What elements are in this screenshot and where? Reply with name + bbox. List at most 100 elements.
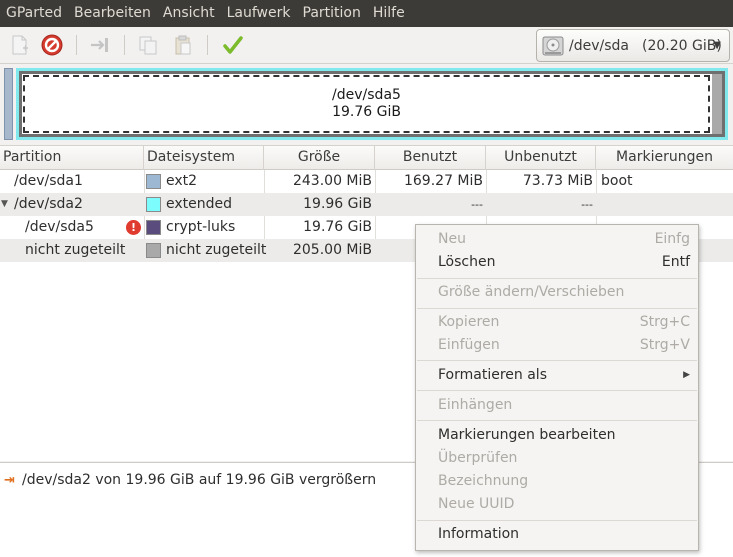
cell-filesystem: crypt-luks [166, 219, 236, 235]
submenu-arrow-icon: ▶ [683, 370, 690, 380]
menu-separator [417, 420, 697, 421]
filesystem-color-swatch [146, 220, 161, 235]
cell-filesystem: extended [166, 196, 233, 212]
menu-item-label: Markierungen bearbeiten [438, 427, 616, 443]
cell-used: --- [471, 198, 483, 211]
menu-partition[interactable]: Partition [297, 0, 367, 27]
menu-item-label: Größe ändern/Verschieben [438, 284, 625, 300]
menu-item-new[interactable]: Neu Einfg [416, 228, 698, 251]
expander-icon[interactable]: ▼ [1, 193, 8, 216]
copy-icon [139, 36, 157, 55]
partition-block-name: /dev/sda5 [332, 87, 401, 103]
filesystem-color-swatch [146, 243, 161, 258]
context-menu: Neu Einfg Löschen Entf Größe ändern/Vers… [415, 224, 699, 551]
cell-unused: 73.73 MiB [522, 173, 593, 189]
partition-visual: /dev/sda5 19.76 GiB [0, 64, 733, 144]
column-header-partition[interactable]: Partition [0, 146, 144, 170]
paste-button[interactable] [169, 31, 197, 59]
menu-item-label: Neue UUID [438, 496, 515, 512]
toolbar-separator [124, 35, 125, 55]
partition-block-size: 19.76 GiB [332, 104, 401, 120]
menu-item-manage-flags[interactable]: Markierungen bearbeiten [416, 424, 698, 447]
menu-item-label: Formatieren als [438, 367, 547, 383]
table-row[interactable]: /dev/sda1 ext2 243.00 MiB 169.27 MiB 73.… [0, 170, 733, 193]
menu-laufwerk[interactable]: Laufwerk [221, 0, 297, 27]
device-size: (20.20 GiB) [641, 37, 722, 54]
menu-item-accel: Einfg [654, 231, 690, 247]
operation-item[interactable]: /dev/sda2 von 19.96 GiB auf 19.96 GiB ve… [22, 472, 376, 488]
partition-block-unallocated[interactable] [712, 74, 722, 134]
menu-item-mount[interactable]: Einhängen [416, 394, 698, 417]
menu-item-label: Löschen [438, 254, 496, 270]
menu-item-delete[interactable]: Löschen Entf [416, 251, 698, 274]
device-selector[interactable]: /dev/sda (20.20 GiB) ▼ [536, 29, 730, 62]
column-header-unused[interactable]: Unbenutzt [486, 146, 596, 170]
delete-icon [41, 34, 63, 56]
cell-unused: --- [581, 198, 593, 211]
cell-partition: /dev/sda1 [14, 173, 83, 189]
menu-item-check[interactable]: Überprüfen [416, 447, 698, 470]
warning-icon: ! [126, 220, 141, 235]
menu-bearbeiten[interactable]: Bearbeiten [68, 0, 157, 27]
column-header-used[interactable]: Benutzt [375, 146, 486, 170]
menu-item-label: Einhängen [438, 397, 513, 413]
menu-item-accel: Strg+V [639, 337, 690, 353]
menu-item-label: Information [438, 526, 520, 542]
cell-filesystem: ext2 [166, 173, 198, 189]
resize-move-icon [91, 38, 108, 52]
menubar: GParted Bearbeiten Ansicht Laufwerk Part… [0, 0, 733, 27]
partition-block-inner: /dev/sda5 19.76 GiB [19, 71, 725, 137]
apply-icon [223, 36, 243, 54]
menu-separator [417, 390, 697, 391]
menu-item-label: Überprüfen [438, 450, 518, 466]
partition-block-sda5[interactable]: /dev/sda5 19.76 GiB [23, 75, 710, 133]
menu-item-accel: Entf [661, 254, 690, 270]
toolbar: /dev/sda (20.20 GiB) ▼ [0, 27, 733, 64]
cell-size: 205.00 MiB [292, 242, 372, 258]
partition-block-sda1[interactable] [4, 68, 13, 140]
menu-item-information[interactable]: Information [416, 523, 698, 546]
table-header: Partition Dateisystem Größe Benutzt Unbe… [0, 146, 733, 170]
menu-item-accel: Strg+C [639, 314, 690, 330]
new-partition-icon [12, 35, 28, 55]
menu-item-new-uuid[interactable]: Neue UUID [416, 493, 698, 516]
menu-item-paste[interactable]: Einfügen Strg+V [416, 334, 698, 357]
menu-separator [417, 520, 697, 521]
toolbar-separator [207, 35, 208, 55]
cell-filesystem: nicht zugeteilt [166, 242, 267, 258]
column-header-filesystem[interactable]: Dateisystem [144, 146, 264, 170]
column-header-flags[interactable]: Markierungen [596, 146, 733, 170]
new-partition-button[interactable] [5, 31, 33, 59]
cell-partition: /dev/sda5 [25, 219, 94, 235]
resize-operation-icon: ⇥ [4, 473, 15, 488]
device-name: /dev/sda [569, 37, 629, 54]
menu-item-format-as[interactable]: Formatieren als ▶ [416, 364, 698, 387]
menu-gparted[interactable]: GParted [0, 0, 68, 27]
cell-used: 169.27 MiB [403, 173, 483, 189]
cell-flags: boot [601, 173, 633, 189]
menu-item-resize-move[interactable]: Größe ändern/Verschieben [416, 281, 698, 304]
resize-move-button[interactable] [86, 31, 114, 59]
partition-block-sda2[interactable]: /dev/sda5 19.76 GiB [16, 68, 728, 140]
menu-item-label: Bezeichnung [438, 473, 529, 489]
cell-size: 243.00 MiB [292, 173, 372, 189]
cell-size: 19.76 GiB [303, 219, 372, 235]
menu-item-label: Kopieren [438, 314, 500, 330]
menu-separator [417, 278, 697, 279]
delete-button[interactable] [38, 31, 66, 59]
cell-partition: nicht zugeteilt [25, 242, 126, 258]
menu-separator [417, 360, 697, 361]
paste-icon [175, 35, 191, 55]
filesystem-color-swatch [146, 197, 161, 212]
filesystem-color-swatch [146, 174, 161, 189]
menu-item-label: Einfügen [438, 337, 500, 353]
menu-hilfe[interactable]: Hilfe [367, 0, 411, 27]
menu-item-label-fs[interactable]: Bezeichnung [416, 470, 698, 493]
menu-ansicht[interactable]: Ansicht [157, 0, 221, 27]
copy-button[interactable] [134, 31, 162, 59]
table-row[interactable]: ▼ /dev/sda2 extended 19.96 GiB --- --- [0, 193, 733, 216]
column-header-size[interactable]: Größe [264, 146, 375, 170]
apply-button[interactable] [219, 31, 247, 59]
menu-separator [417, 308, 697, 309]
menu-item-copy[interactable]: Kopieren Strg+C [416, 311, 698, 334]
